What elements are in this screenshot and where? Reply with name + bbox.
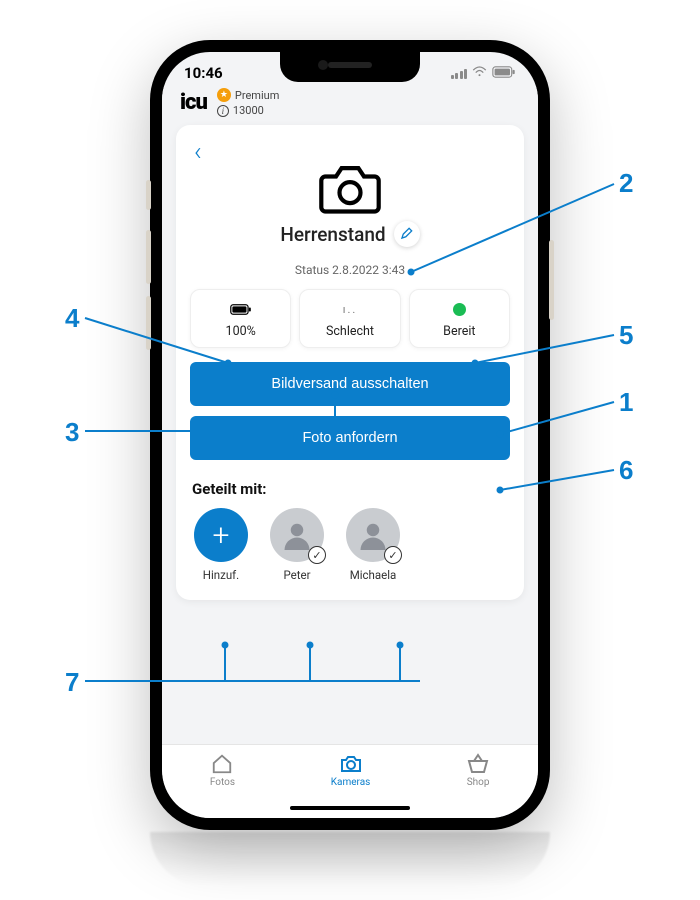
star-icon: ★ (217, 88, 231, 102)
toggle-image-send-button[interactable]: Bildversand ausschalten (190, 362, 510, 406)
phone-notch (280, 52, 420, 82)
phone-reflection (150, 832, 550, 887)
avatar: ✓ (346, 508, 400, 562)
callout-6: 6 (619, 455, 633, 486)
callout-3: 3 (65, 417, 79, 448)
battery-icon (492, 64, 516, 82)
tab-label: Shop (467, 777, 490, 788)
shared-user-name: Peter (270, 568, 324, 582)
home-icon (210, 753, 235, 775)
add-share-label: Hinzuf. (194, 568, 248, 582)
avatar: ✓ (270, 508, 324, 562)
premium-label: Premium (235, 89, 279, 102)
home-indicator[interactable] (290, 806, 410, 810)
volume-up-button (146, 230, 151, 284)
power-button (549, 240, 554, 320)
battery-tile[interactable]: 100% (190, 289, 291, 348)
tab-fotos[interactable]: Fotos (210, 753, 235, 788)
signal-tile[interactable]: ı.. Schlecht (299, 289, 400, 348)
state-value: Bereit (414, 324, 505, 339)
camera-detail-card: ‹ Herrenstand Status (176, 125, 524, 600)
shared-user-name: Michaela (346, 568, 400, 582)
pencil-icon (400, 225, 413, 244)
status-dot-icon (414, 300, 505, 318)
camera-name: Herrenstand (280, 223, 385, 246)
state-tile[interactable]: Bereit (409, 289, 510, 348)
info-icon: i (217, 105, 229, 117)
add-share-button[interactable]: + Hinzuf. (194, 508, 248, 582)
plus-icon: + (194, 508, 248, 562)
wifi-icon (472, 64, 487, 82)
check-icon: ✓ (384, 546, 402, 564)
shared-user[interactable]: ✓ Michaela (346, 508, 400, 582)
tab-label: Kameras (331, 777, 371, 788)
camera-icon (315, 200, 385, 219)
request-photo-button[interactable]: Foto anfordern (190, 416, 510, 460)
callout-1: 1 (619, 387, 633, 418)
app-header: icu ★ Premium i 13000 (162, 86, 538, 125)
battery-value: 100% (195, 324, 286, 339)
tab-label: Fotos (210, 777, 235, 788)
check-icon: ✓ (308, 546, 326, 564)
back-button[interactable]: ‹ (190, 137, 206, 167)
callout-2: 2 (619, 168, 633, 199)
signal-value: Schlecht (304, 324, 395, 339)
clock: 10:46 (184, 64, 223, 82)
credits-value: 13000 (233, 104, 264, 117)
tab-kameras[interactable]: Kameras (331, 753, 371, 788)
edit-name-button[interactable] (394, 221, 420, 247)
basket-icon (466, 753, 490, 775)
battery-full-icon (195, 300, 286, 318)
callout-4: 4 (65, 303, 79, 334)
signal-weak-icon: ı.. (304, 300, 395, 318)
camera-icon (331, 753, 371, 775)
app-logo: icu (180, 90, 207, 115)
volume-down-button (146, 296, 151, 350)
status-timestamp: Status 2.8.2022 3:43 (190, 263, 510, 277)
mute-switch (146, 180, 151, 210)
shared-heading: Geteilt mit: (192, 480, 510, 498)
shared-user[interactable]: ✓ Peter (270, 508, 324, 582)
callout-5: 5 (619, 320, 633, 351)
phone-frame: 10:46 icu ★ Premium (150, 40, 550, 830)
tab-shop[interactable]: Shop (466, 753, 490, 788)
callout-7: 7 (65, 667, 79, 698)
cellular-icon (451, 68, 468, 79)
